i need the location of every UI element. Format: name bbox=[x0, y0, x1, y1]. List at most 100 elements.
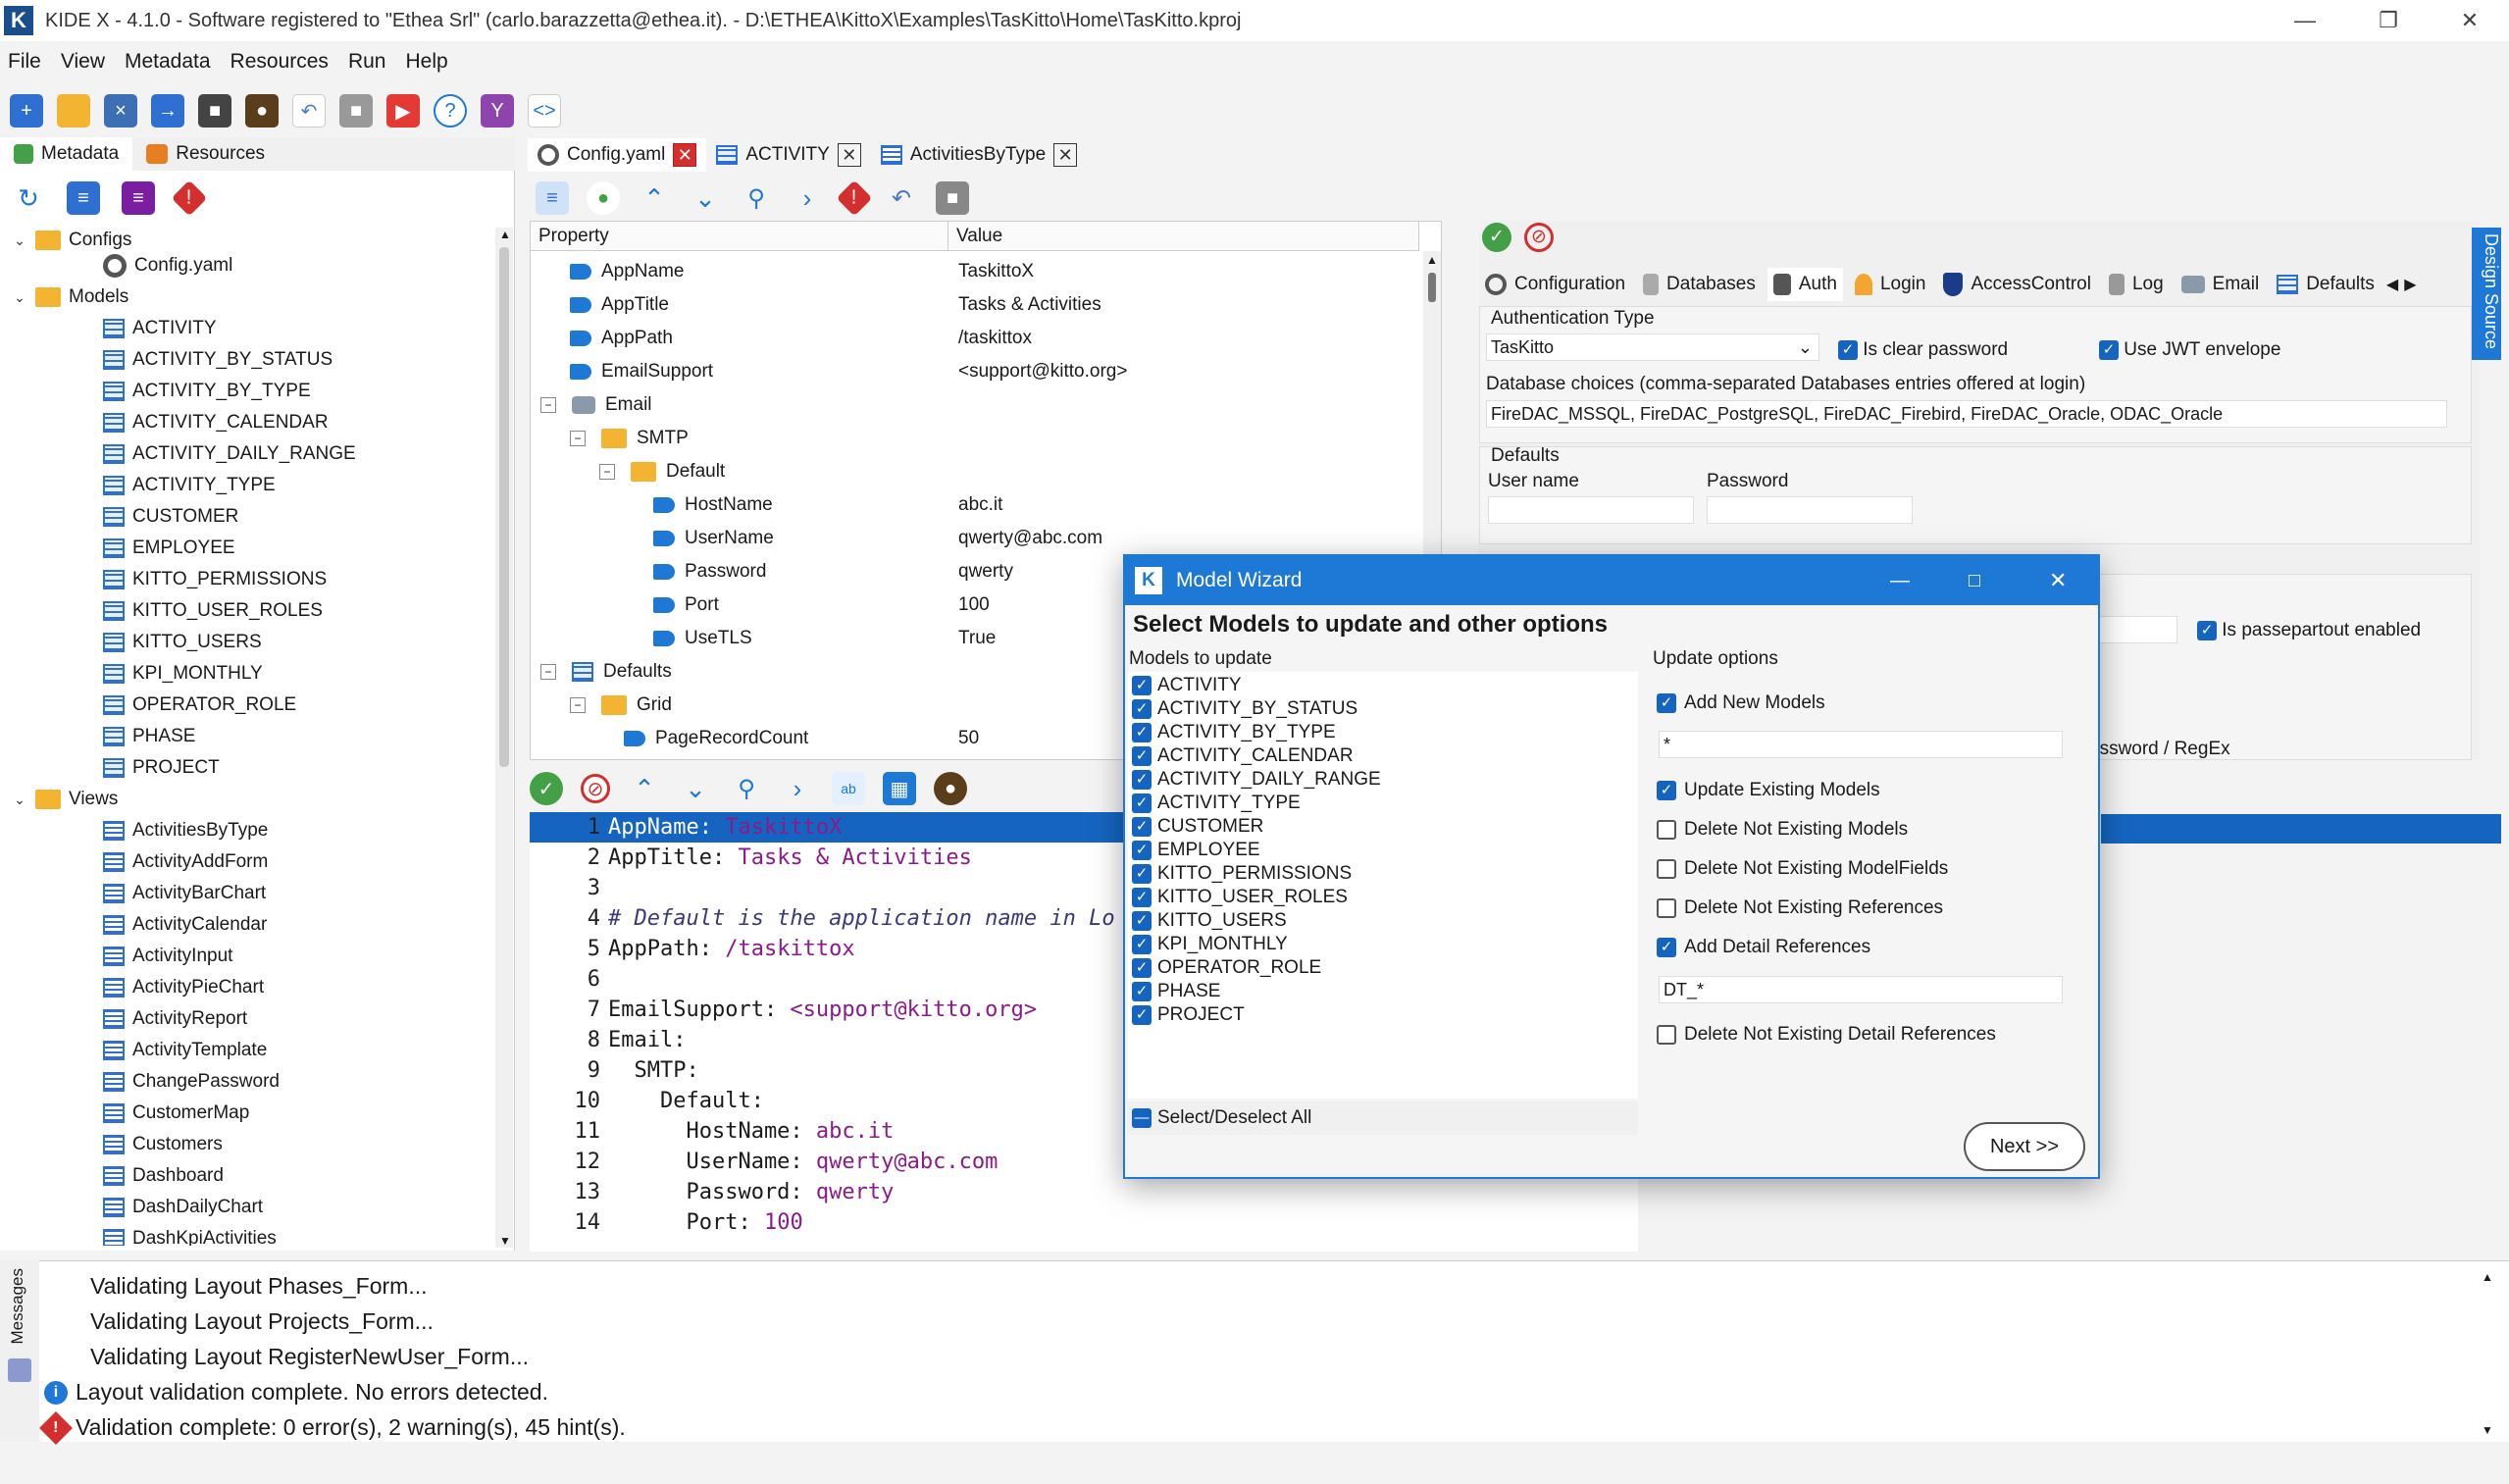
tab-databases[interactable]: Databases bbox=[1637, 268, 1762, 301]
tab-auth[interactable]: Auth bbox=[1767, 268, 1843, 301]
tab-activitiesbytype[interactable]: ActivitiesByType ✕ bbox=[871, 138, 1087, 172]
apply-icon[interactable]: ✓ bbox=[530, 772, 563, 805]
close-button[interactable]: ✕ bbox=[2431, 0, 2509, 41]
design-source-tab[interactable]: Design Source bbox=[2472, 228, 2501, 360]
search-icon[interactable]: ⚲ bbox=[740, 181, 773, 215]
run-icon[interactable]: ▶ bbox=[386, 94, 420, 128]
add-detail-filter-input[interactable]: DT_* bbox=[1659, 976, 2063, 1003]
tree-node-view[interactable]: DashKpiActivities bbox=[103, 1224, 277, 1246]
close-tab-icon[interactable]: ✕ bbox=[837, 143, 861, 167]
search-icon[interactable]: ⚲ bbox=[730, 772, 763, 805]
db-choices-input[interactable]: FireDAC_MSSQL, FireDAC_PostgreSQL, FireD… bbox=[1486, 400, 2447, 428]
tab-resources[interactable]: Resources bbox=[132, 137, 279, 171]
model-checklist-item[interactable]: ✓ KPI_MONTHLY bbox=[1132, 933, 1288, 956]
move-down-icon[interactable]: ⌄ bbox=[679, 772, 712, 805]
add-new-models-checkbox[interactable]: ✓ Add New Models bbox=[1657, 692, 1825, 714]
move-down-icon[interactable]: ⌄ bbox=[689, 181, 722, 215]
undo-icon[interactable]: ↶ bbox=[885, 181, 918, 215]
apply-icon[interactable]: ✓ bbox=[1482, 223, 1511, 252]
tab-login[interactable]: Login bbox=[1849, 268, 1932, 301]
property-value[interactable]: abc.it bbox=[958, 494, 1002, 516]
scroll-thumb[interactable] bbox=[1428, 273, 1436, 302]
menu-view[interactable]: View bbox=[61, 50, 105, 74]
save-icon[interactable]: ■ bbox=[936, 181, 969, 215]
tree-node-view[interactable]: ChangePassword bbox=[103, 1067, 280, 1097]
collapse-icon[interactable]: − bbox=[570, 431, 586, 446]
property-row[interactable]: UserName qwerty@abc.com bbox=[531, 522, 1419, 555]
model-checklist-item[interactable]: ✓ KITTO_PERMISSIONS bbox=[1132, 862, 1352, 886]
tab-scroll-left-icon[interactable]: ◀ bbox=[2386, 275, 2398, 294]
tree-node-view[interactable]: ActivityPieChart bbox=[103, 973, 264, 1002]
tree-node-view[interactable]: DashDailyChart bbox=[103, 1193, 263, 1222]
tree-node-view[interactable]: ActivitiesByType bbox=[103, 816, 268, 845]
property-value[interactable]: qwerty@abc.com bbox=[958, 528, 1102, 549]
menu-metadata[interactable]: Metadata bbox=[125, 50, 211, 74]
property-value[interactable]: qwerty bbox=[958, 561, 1013, 583]
tab-accesscontrol[interactable]: AccessControl bbox=[1937, 268, 2097, 301]
scroll-up-icon[interactable]: ▲ bbox=[2482, 1270, 2501, 1284]
tree-node-model[interactable]: ACTIVITY_DAILY_RANGE bbox=[103, 439, 356, 469]
tree-node-view[interactable]: Dashboard bbox=[103, 1161, 224, 1191]
next-icon[interactable]: › bbox=[781, 772, 814, 805]
scroll-up-icon[interactable]: ▲ bbox=[1426, 253, 1438, 267]
collapse-icon[interactable]: − bbox=[599, 464, 615, 480]
col-header-property[interactable]: Property bbox=[531, 222, 948, 251]
menu-file[interactable]: File bbox=[8, 50, 41, 74]
delete-not-existing-modelfields-checkbox[interactable]: Delete Not Existing ModelFields bbox=[1657, 858, 1948, 880]
format-icon[interactable]: ▦ bbox=[883, 772, 916, 805]
cancel-icon[interactable]: ⊘ bbox=[581, 774, 610, 803]
help-icon[interactable]: ? bbox=[434, 94, 467, 128]
cancel-icon[interactable]: ⊘ bbox=[1524, 223, 1554, 252]
default-password-input[interactable] bbox=[1707, 496, 1913, 524]
collapse-icon[interactable]: ⌄ bbox=[12, 232, 27, 249]
menu-run[interactable]: Run bbox=[348, 50, 386, 74]
maximize-button[interactable]: ❐ bbox=[2349, 0, 2428, 41]
tree-node-view[interactable]: CustomerMap bbox=[103, 1099, 249, 1128]
new-project-icon[interactable]: + bbox=[10, 94, 43, 128]
property-row[interactable]: HostName abc.it bbox=[531, 488, 1419, 522]
validate-icon[interactable]: ! bbox=[836, 179, 873, 217]
col-header-value[interactable]: Value bbox=[948, 222, 1419, 251]
save-all-icon[interactable]: ■ bbox=[198, 94, 231, 128]
tab-scroll-right-icon[interactable]: ▶ bbox=[2404, 275, 2416, 294]
delete-not-existing-detail-references-checkbox[interactable]: Delete Not Existing Detail References bbox=[1657, 1024, 1996, 1046]
property-value[interactable]: TaskittoX bbox=[958, 261, 1034, 282]
model-checklist-item[interactable]: ✓ ACTIVITY_TYPE bbox=[1132, 792, 1301, 815]
tree-node-model[interactable]: ACTIVITY_CALENDAR bbox=[103, 408, 329, 437]
tree-node-view[interactable]: ActivityAddForm bbox=[103, 847, 268, 877]
model-checklist-item[interactable]: ✓ KITTO_USERS bbox=[1132, 909, 1287, 933]
palette-icon[interactable]: ● bbox=[934, 772, 967, 805]
select-all-checkbox[interactable]: — Select/Deselect All bbox=[1128, 1101, 1638, 1135]
property-value[interactable]: /taskittox bbox=[958, 328, 1032, 349]
globe-icon[interactable]: ● bbox=[587, 181, 620, 215]
tree-node-model[interactable]: PHASE bbox=[103, 722, 195, 751]
dialog-maximize-button[interactable]: □ bbox=[1969, 570, 1980, 592]
export-icon[interactable]: → bbox=[151, 94, 184, 128]
open-folder-icon[interactable] bbox=[57, 94, 90, 128]
tree-node-view[interactable]: Customers bbox=[103, 1130, 223, 1159]
model-checklist-item[interactable]: ✓ EMPLOYEE bbox=[1132, 839, 1260, 862]
property-row[interactable]: AppTitle Tasks & Activities bbox=[531, 288, 1419, 322]
collapse-icon[interactable]: ⌄ bbox=[12, 792, 27, 808]
property-value[interactable]: <support@kitto.org> bbox=[958, 361, 1127, 383]
add-detail-references-checkbox[interactable]: ✓ Add Detail References bbox=[1657, 937, 1870, 958]
model-checklist-item[interactable]: ✓ ACTIVITY_CALENDAR bbox=[1132, 744, 1354, 768]
property-row[interactable]: AppName TaskittoX bbox=[531, 255, 1419, 288]
property-row[interactable]: EmailSupport <support@kitto.org> bbox=[531, 355, 1419, 388]
close-tab-icon[interactable]: ✕ bbox=[673, 143, 697, 167]
collapse-icon[interactable]: − bbox=[540, 664, 556, 680]
tree-node-model[interactable]: ACTIVITY_BY_TYPE bbox=[103, 377, 311, 406]
tree-node-model[interactable]: KPI_MONTHLY bbox=[103, 659, 263, 689]
palette-icon[interactable]: ● bbox=[245, 94, 279, 128]
model-checklist-item[interactable]: ✓ ACTIVITY_BY_STATUS bbox=[1132, 697, 1357, 721]
tree-scrollbar[interactable]: ▲ ▼ bbox=[495, 228, 513, 1248]
passepartout-password-input[interactable] bbox=[2099, 616, 2177, 643]
scroll-down-icon[interactable]: ▼ bbox=[499, 1234, 511, 1248]
menu-help[interactable]: Help bbox=[405, 50, 447, 74]
collapse-icon[interactable]: ⌄ bbox=[12, 289, 27, 306]
tab-email[interactable]: Email bbox=[2176, 268, 2266, 301]
tree-node-view[interactable]: ActivityInput bbox=[103, 942, 232, 971]
close-tab-icon[interactable]: ✕ bbox=[1053, 143, 1078, 167]
messages-scrollbar[interactable]: ▲ ▼ bbox=[2482, 1270, 2501, 1437]
tab-metadata[interactable]: Metadata bbox=[0, 137, 133, 171]
